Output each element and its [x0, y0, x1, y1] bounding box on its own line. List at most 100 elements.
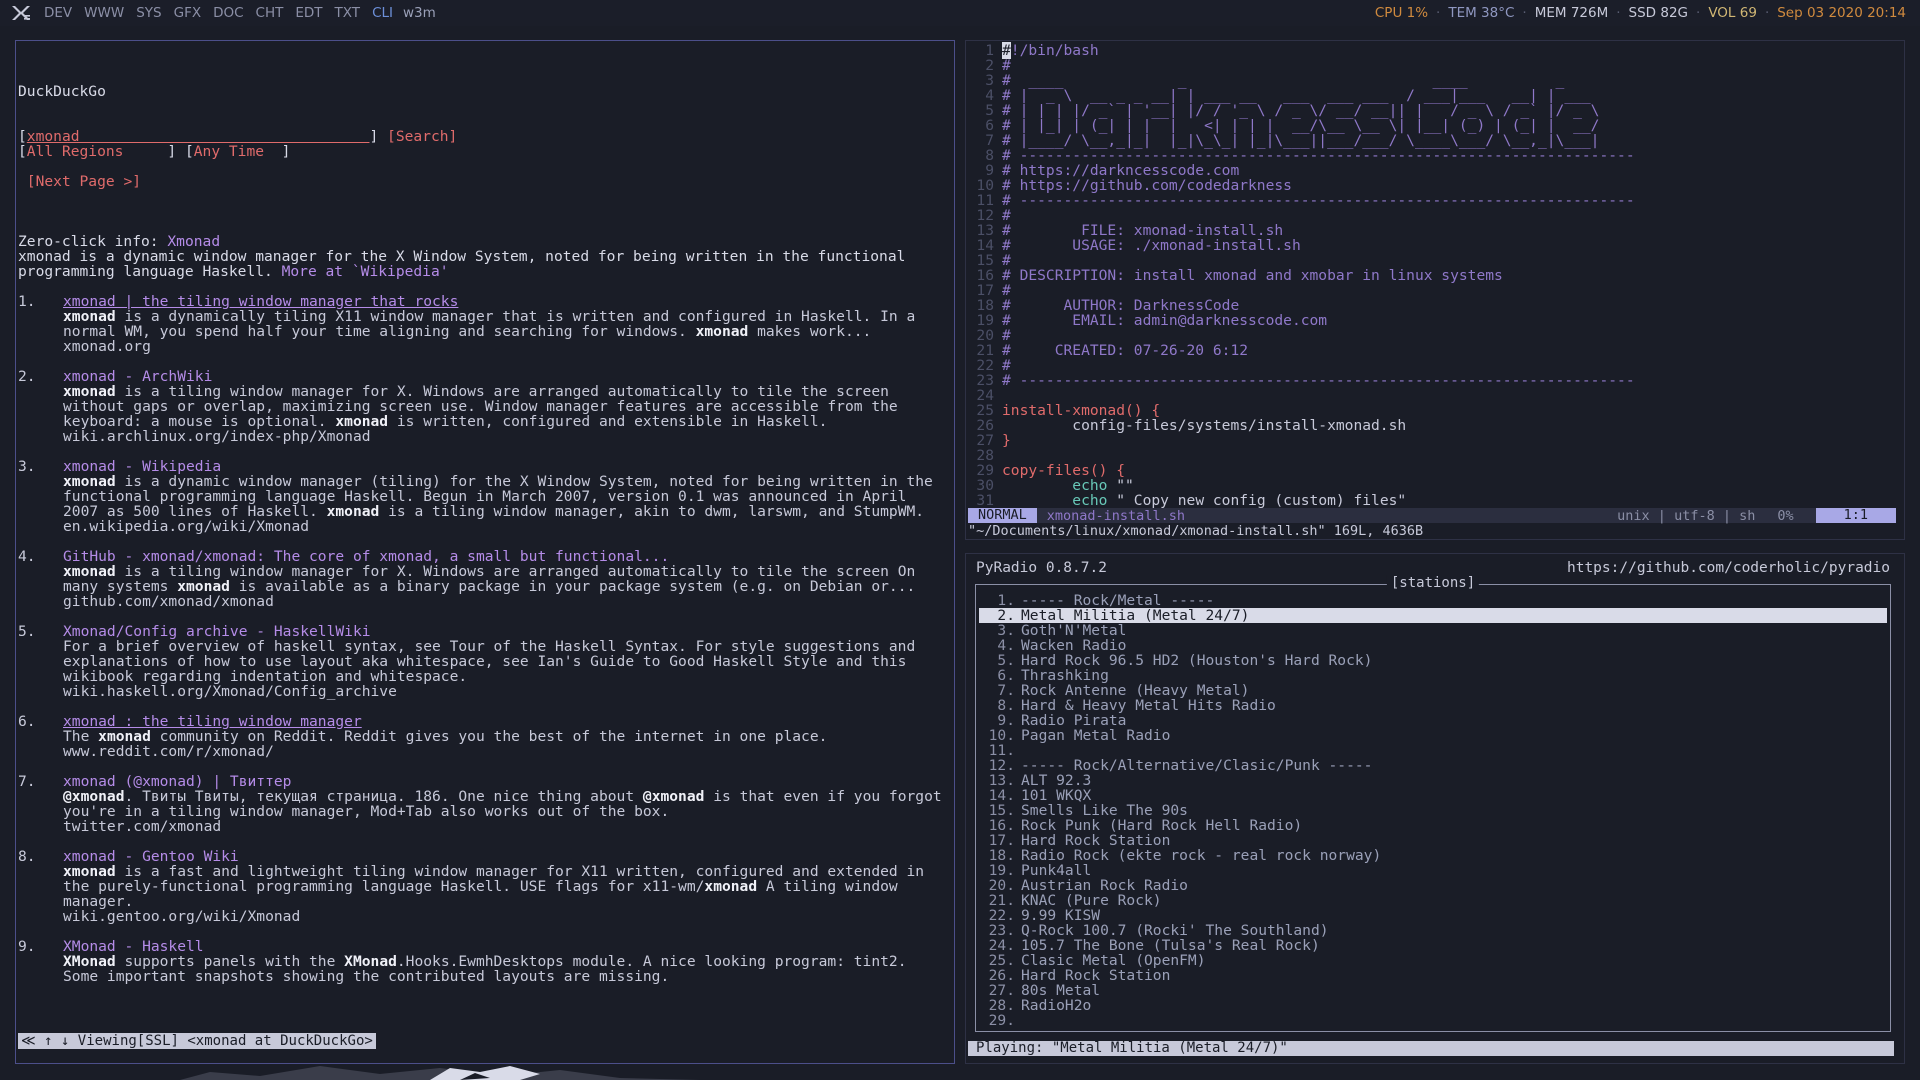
station-name: Radio Rock (ekte rock - real rock norway… — [1021, 847, 1382, 864]
station-item[interactable]: 12. ----- Rock/Alternative/Clasic/Punk --… — [979, 758, 1887, 773]
vim-pane[interactable]: 1 #!/bin/bash 2 #3 # ____ _ ____ _ 4 # | _ \ _… — [965, 40, 1905, 540]
station-number: 26. — [988, 967, 1015, 984]
station-item[interactable]: 17. Hard Rock Station — [979, 833, 1887, 848]
workspace-www[interactable]: WWW — [84, 5, 124, 21]
workspace-dev[interactable]: DEV — [44, 5, 72, 21]
stations-box: [stations] 1. ----- Rock/Metal ----- 2. Met… — [975, 575, 1891, 1032]
station-item[interactable]: 14. 101 WKQX — [979, 788, 1887, 803]
station-item[interactable]: 27. 80s Metal — [979, 983, 1887, 998]
workspace-cli[interactable]: CLI — [372, 5, 393, 21]
station-name: Hard & Heavy Metal Hits Radio — [1021, 697, 1276, 714]
station-item[interactable]: 22. 9.99 KISW — [979, 908, 1887, 923]
volume-stat[interactable]: VOL 69 — [1708, 5, 1757, 21]
search-result: 5. Xmonad/Config archive - HaskellWiki For… — [18, 624, 946, 699]
station-name: Wacken Radio — [1021, 637, 1127, 654]
vim-line: 26 config-files/systems/install-xmonad.s… — [968, 418, 1904, 433]
line-text: # |____/ \__,_|_| |_|\_\_| |_|\___||___/… — [1002, 132, 1600, 149]
result-title-link[interactable]: XMonad - Haskell — [63, 939, 946, 954]
system-stats: CPU 1% · TEM 38°C · MEM 726M · SSD 82G · VOL… — [1374, 5, 1906, 21]
station-name: 105.7 The Bone (Tulsa's Real Rock) — [1021, 937, 1320, 954]
workspace-txt[interactable]: TXT — [335, 5, 361, 21]
workspace-doc[interactable]: DOC — [213, 5, 243, 21]
station-item[interactable]: 19. Punk4all — [979, 863, 1887, 878]
wikipedia-link[interactable]: More at `Wikipedia' — [282, 263, 449, 280]
line-number: 6 — [985, 117, 994, 134]
station-item[interactable]: 1. ----- Rock/Metal ----- — [979, 593, 1887, 608]
station-item[interactable]: 15. Smells Like The 90s — [979, 803, 1887, 818]
station-item[interactable]: 21. KNAC (Pure Rock) — [979, 893, 1887, 908]
result-title-link[interactable]: xmonad - Wikipedia — [63, 459, 946, 474]
result-title-link[interactable]: xmonad - Gentoo Wiki — [63, 849, 946, 864]
station-item[interactable]: 23. Q-Rock 100.7 (Rocki' The Southland) — [979, 923, 1887, 938]
search-button[interactable]: [Search] — [387, 128, 457, 145]
result-title-link[interactable]: xmonad | the tiling window manager that … — [63, 294, 946, 309]
station-item[interactable]: 26. Hard Rock Station — [979, 968, 1887, 983]
station-item[interactable]: 2. Metal Militia (Metal 24/7) — [979, 608, 1887, 623]
station-item[interactable]: 7. Rock Antenne (Heavy Metal) — [979, 683, 1887, 698]
station-item[interactable]: 24. 105.7 The Bone (Tulsa's Real Rock) — [979, 938, 1887, 953]
vim-line: 9 # https://darkncesscode.com — [968, 163, 1904, 178]
station-item[interactable]: 4. Wacken Radio — [979, 638, 1887, 653]
line-number: 2 — [985, 57, 994, 74]
line-number: 3 — [985, 72, 994, 89]
vim-line: 1 #!/bin/bash — [968, 42, 1904, 59]
line-number: 13 — [976, 222, 994, 239]
vim-line: 25 install-xmonad() { — [968, 403, 1904, 418]
station-name: Smells Like The 90s — [1021, 802, 1188, 819]
line-number: 11 — [976, 192, 994, 209]
station-item[interactable]: 16. Rock Punk (Hard Rock Hell Radio) — [979, 818, 1887, 833]
vim-filename: xmonad-install.sh — [1046, 507, 1185, 524]
station-item[interactable]: 11. — [979, 743, 1887, 758]
vim-percent: 0% — [1777, 507, 1794, 524]
result-url: xmonad.org — [63, 338, 151, 355]
vim-buffer[interactable]: 1 #!/bin/bash 2 #3 # ____ _ ____ _ 4 # | _ \ _… — [968, 42, 1904, 523]
workspace-sys[interactable]: SYS — [136, 5, 161, 21]
result-title-link[interactable]: xmonad : the tiling window manager — [63, 714, 946, 729]
vim-line: 20 # — [968, 328, 1904, 343]
line-text: # | _ \ __ _ _ __| | ___ __ ___ ___ ___ … — [1002, 87, 1591, 104]
workspace-cht[interactable]: CHT — [256, 5, 284, 21]
station-number: 4. — [997, 637, 1015, 654]
workspace-edt[interactable]: EDT — [295, 5, 322, 21]
line-text: # --------------------------------------… — [1002, 372, 1635, 389]
station-list[interactable]: 1. ----- Rock/Metal ----- 2. Metal Militia … — [979, 593, 1887, 1028]
next-page-link[interactable]: [Next Page >] — [27, 173, 141, 190]
station-name: ALT 92.3 — [1021, 772, 1092, 789]
search-result: 4. GitHub - xmonad/xmonad: The core of xm… — [18, 549, 946, 609]
line-text: # CREATED: 07-26-20 6:12 — [1002, 342, 1249, 359]
line-number: 10 — [976, 177, 994, 194]
station-item[interactable]: 9. Radio Pirata — [979, 713, 1887, 728]
result-title-link[interactable]: GitHub - xmonad/xmonad: The core of xmon… — [63, 549, 946, 564]
station-number: 13. — [988, 772, 1015, 789]
station-item[interactable]: 20. Austrian Rock Radio — [979, 878, 1887, 893]
region-select[interactable]: All Regions — [27, 143, 124, 160]
vim-line: 29 copy-files() { — [968, 463, 1904, 478]
station-number: 5. — [997, 652, 1015, 669]
w3m-browser-pane[interactable]: DuckDuckGo [xmonad ] [Search] [All Regio… — [15, 40, 955, 1064]
station-item[interactable]: 28. RadioH2o — [979, 998, 1887, 1013]
station-item[interactable]: 13. ALT 92.3 — [979, 773, 1887, 788]
xmonad-logo-icon — [12, 6, 30, 20]
station-item[interactable]: 25. Clasic Metal (OpenFM) — [979, 953, 1887, 968]
time-select[interactable]: Any Time — [194, 143, 264, 160]
station-item[interactable]: 29. — [979, 1013, 1887, 1028]
station-item[interactable]: 10. Pagan Metal Radio — [979, 728, 1887, 743]
result-title-link[interactable]: xmonad - ArchWiki — [63, 369, 946, 384]
station-item[interactable]: 3. Goth'N'Metal — [979, 623, 1887, 638]
station-item[interactable]: 5. Hard Rock 96.5 HD2 (Houston's Hard Roc… — [979, 653, 1887, 668]
station-item[interactable]: 8. Hard & Heavy Metal Hits Radio — [979, 698, 1887, 713]
vim-line: 4 # | _ \ __ _ _ __| | ___ __ ___ ___ ___… — [968, 88, 1904, 103]
result-title-link[interactable]: xmonad (@xmonad) | Твиттер — [63, 774, 946, 789]
station-number: 3. — [997, 622, 1015, 639]
line-text: # --------------------------------------… — [1002, 147, 1635, 164]
station-name: Clasic Metal (OpenFM) — [1021, 952, 1206, 969]
w3m-statusline: ≪ ↑ ↓ Viewing[SSL] <xmonad at DuckDuckGo… — [18, 1033, 376, 1049]
station-item[interactable]: 6. Thrashking — [979, 668, 1887, 683]
result-title-link[interactable]: Xmonad/Config archive - HaskellWiki — [63, 624, 946, 639]
station-item[interactable]: 18. Radio Rock (ekte rock - real rock nor… — [979, 848, 1887, 863]
line-text: # | | | |/ _` | '__| |/ / '_ \ / _ \/ __… — [1002, 102, 1600, 119]
station-number: 20. — [988, 877, 1015, 894]
workspace-gfx[interactable]: GFX — [174, 5, 201, 21]
pyradio-pane[interactable]: PyRadio 0.8.7.2 https://github.com/coder… — [965, 553, 1905, 1064]
station-number: 14. — [988, 787, 1015, 804]
